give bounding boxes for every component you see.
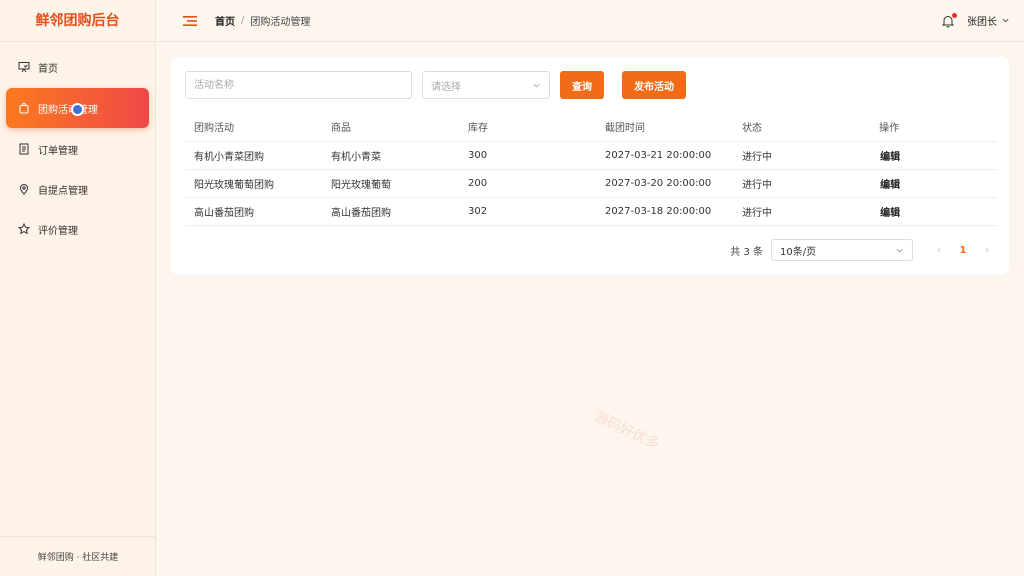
breadcrumb-separator: / [241,15,245,26]
sidebar: 鲜邻团购后台 首页 团购活动管理 订单管理 自提点管理 评价管理 鲜邻团购 · … [0,0,156,576]
cell-stock: 300 [459,141,597,170]
breadcrumb-current: 团购活动管理 [250,17,311,28]
column-header: 状态 [733,113,871,142]
prev-page-button[interactable]: ‹ [931,245,947,256]
cell-status: 进行中 [733,169,871,198]
sidebar-footer: 鲜邻团购 · 社区共建 [0,536,156,576]
cell-status: 进行中 [733,197,871,226]
cell-stock: 302 [459,197,597,226]
edit-link[interactable]: 编辑 [870,141,997,170]
filter-bar: 请选择 查询 发布活动 [185,71,686,99]
cell-product: 高山番茄团购 [322,197,460,226]
sidebar-item-orders[interactable]: 订单管理 [6,130,149,168]
sidebar-item-reviews[interactable]: 评价管理 [6,210,149,248]
publish-activity-button[interactable]: 发布活动 [622,71,686,99]
document-list-icon [18,143,30,155]
cell-stock: 200 [459,169,597,198]
shopping-bag-icon [18,102,30,114]
top-header: 首页 / 团购活动管理 张团长 [157,0,1024,42]
sidebar-item-label: 评价管理 [38,225,78,237]
page-size-value: 10条/页 [780,246,817,258]
watermark: 源码好优多 [591,408,662,453]
cell-status: 进行中 [733,141,871,170]
sidebar-item-label: 自提点管理 [38,185,88,197]
user-name: 张团长 [967,17,997,28]
user-menu[interactable]: 张团长 [967,13,1010,28]
star-icon [18,223,30,235]
sidebar-item-pickup-points[interactable]: 自提点管理 [6,170,149,208]
breadcrumb: 首页 / 团购活动管理 [215,13,310,28]
sidebar-item-label: 订单管理 [38,145,78,157]
sidebar-item-home[interactable]: 首页 [6,48,149,86]
menu-toggle-icon[interactable] [183,15,197,27]
sidebar-item-group-buy[interactable]: 团购活动管理 [6,88,149,128]
table-row: 高山番茄团购 高山番茄团购 302 2027-03-18 20:00:00 进行… [185,197,997,226]
sidebar-item-label: 首页 [38,63,58,75]
page-size-select[interactable]: 10条/页 [771,239,913,261]
sidebar-item-label: 团购活动管理 [38,104,98,116]
status-select-placeholder: 请选择 [431,81,461,93]
breadcrumb-home[interactable]: 首页 [215,13,235,28]
header-actions: 张团长 [941,12,1010,28]
presentation-icon [18,61,30,73]
cell-deadline: 2027-03-20 20:00:00 [596,169,734,198]
query-button[interactable]: 查询 [560,71,604,99]
notification-badge [952,12,957,18]
column-header: 库存 [459,113,597,142]
table-row: 阳光玫瑰葡萄团购 阳光玫瑰葡萄 200 2027-03-20 20:00:00 … [185,169,997,198]
cell-activity: 有机小青菜团购 [185,141,323,170]
cell-activity: 阳光玫瑰葡萄团购 [185,169,323,198]
chevron-down-icon [1002,18,1009,23]
location-pin-icon [18,183,30,195]
cell-activity: 高山番茄团购 [185,197,323,226]
activity-card: 请选择 查询 发布活动 团购活动 商品 库存 截团时间 状态 操作 有机小青菜团… [171,57,1009,275]
status-select[interactable]: 请选择 [422,71,550,99]
chevron-down-icon [896,248,903,252]
table-header-row: 团购活动 商品 库存 截团时间 状态 操作 [185,113,997,142]
column-header: 团购活动 [185,113,323,142]
cell-product: 有机小青菜 [322,141,460,170]
column-header: 操作 [870,113,997,142]
cursor-indicator [71,103,84,116]
column-header: 截团时间 [596,113,734,142]
chevron-down-icon [533,83,540,87]
pagination: 共 3 条 10条/页 ‹ 1 › [730,239,995,261]
sidebar-menu: 首页 团购活动管理 订单管理 自提点管理 评价管理 [0,42,155,248]
column-header: 商品 [322,113,460,142]
cell-deadline: 2027-03-21 20:00:00 [596,141,734,170]
total-count: 共 3 条 [730,246,763,258]
page-number-current[interactable]: 1 [955,245,971,256]
activity-table: 团购活动 商品 库存 截团时间 状态 操作 有机小青菜团购 有机小青菜 300 … [185,113,997,226]
activity-name-input[interactable] [185,71,412,99]
brand-title: 鲜邻团购后台 [0,0,155,42]
next-page-button[interactable]: › [979,245,995,256]
bell-icon[interactable] [941,12,957,28]
edit-link[interactable]: 编辑 [870,197,997,226]
cell-product: 阳光玫瑰葡萄 [322,169,460,198]
table-row: 有机小青菜团购 有机小青菜 300 2027-03-21 20:00:00 进行… [185,141,997,170]
edit-link[interactable]: 编辑 [870,169,997,198]
cell-deadline: 2027-03-18 20:00:00 [596,197,734,226]
